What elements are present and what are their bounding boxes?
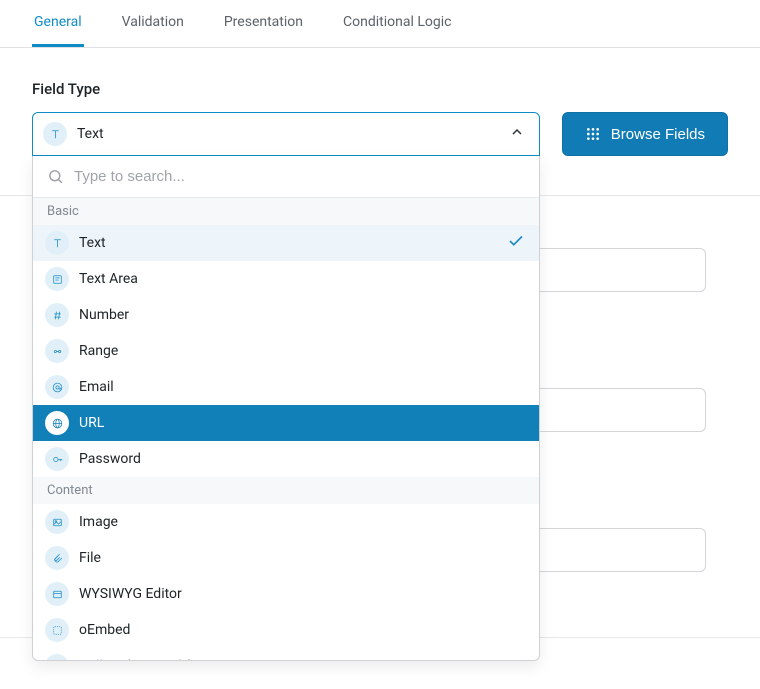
- tab-validation[interactable]: Validation: [120, 0, 186, 47]
- text-icon: [45, 231, 69, 255]
- settings-tabs: General Validation Presentation Conditio…: [0, 0, 760, 48]
- option-label: File: [79, 550, 525, 566]
- dropdown-list[interactable]: Basic Text Text Area Number: [33, 198, 539, 660]
- email-icon: [45, 375, 69, 399]
- field-type-label: Field Type: [32, 80, 728, 98]
- chevron-up-icon: [509, 124, 525, 144]
- oembed-icon: [45, 618, 69, 642]
- option-image[interactable]: Image: [33, 504, 539, 540]
- image-icon: [45, 510, 69, 534]
- field-type-select-control[interactable]: Text: [32, 112, 540, 156]
- dropdown-group-content: Content: [33, 477, 539, 504]
- browse-fields-label: Browse Fields: [611, 126, 705, 143]
- option-range[interactable]: Range: [33, 333, 539, 369]
- option-label: Image: [79, 514, 525, 530]
- field-type-dropdown: Basic Text Text Area Number: [32, 156, 540, 661]
- tab-presentation[interactable]: Presentation: [222, 0, 305, 47]
- option-text-area[interactable]: Text Area: [33, 261, 539, 297]
- tab-conditional-logic[interactable]: Conditional Logic: [341, 0, 453, 47]
- option-label: Email: [79, 379, 525, 395]
- option-label: Password: [79, 451, 525, 467]
- option-email[interactable]: Email: [33, 369, 539, 405]
- file-icon: [45, 546, 69, 570]
- dropdown-search: [33, 156, 539, 198]
- browse-fields-button[interactable]: Browse Fields: [562, 112, 728, 156]
- range-icon: [45, 339, 69, 363]
- field-type-current-value: Text: [77, 126, 509, 142]
- option-label: oEmbed: [79, 622, 525, 638]
- text-icon: [43, 122, 67, 146]
- option-oembed[interactable]: oEmbed: [33, 612, 539, 648]
- option-label: URL: [79, 415, 525, 431]
- number-icon: [45, 303, 69, 327]
- option-label: WYSIWYG Editor: [79, 586, 525, 602]
- option-label: Gallery (PRO Only): [79, 658, 525, 660]
- check-icon: [507, 232, 525, 254]
- option-label: Text Area: [79, 271, 525, 287]
- option-wysiwyg[interactable]: WYSIWYG Editor: [33, 576, 539, 612]
- field-type-select: Text Basic Text: [32, 112, 540, 156]
- tab-general[interactable]: General: [32, 0, 84, 47]
- search-icon: [47, 168, 64, 185]
- wysiwyg-icon: [45, 582, 69, 606]
- textarea-icon: [45, 267, 69, 291]
- dropdown-group-basic: Basic: [33, 198, 539, 225]
- option-password[interactable]: Password: [33, 441, 539, 477]
- password-icon: [45, 447, 69, 471]
- option-label: Number: [79, 307, 525, 323]
- option-label: Range: [79, 343, 525, 359]
- option-url[interactable]: URL: [33, 405, 539, 441]
- option-number[interactable]: Number: [33, 297, 539, 333]
- option-label: Text: [79, 235, 507, 251]
- grid-icon: [585, 126, 601, 142]
- option-file[interactable]: File: [33, 540, 539, 576]
- gallery-icon: [45, 654, 69, 660]
- option-text[interactable]: Text: [33, 225, 539, 261]
- dropdown-search-input[interactable]: [74, 168, 525, 185]
- url-icon: [45, 411, 69, 435]
- option-gallery[interactable]: Gallery (PRO Only): [33, 648, 539, 660]
